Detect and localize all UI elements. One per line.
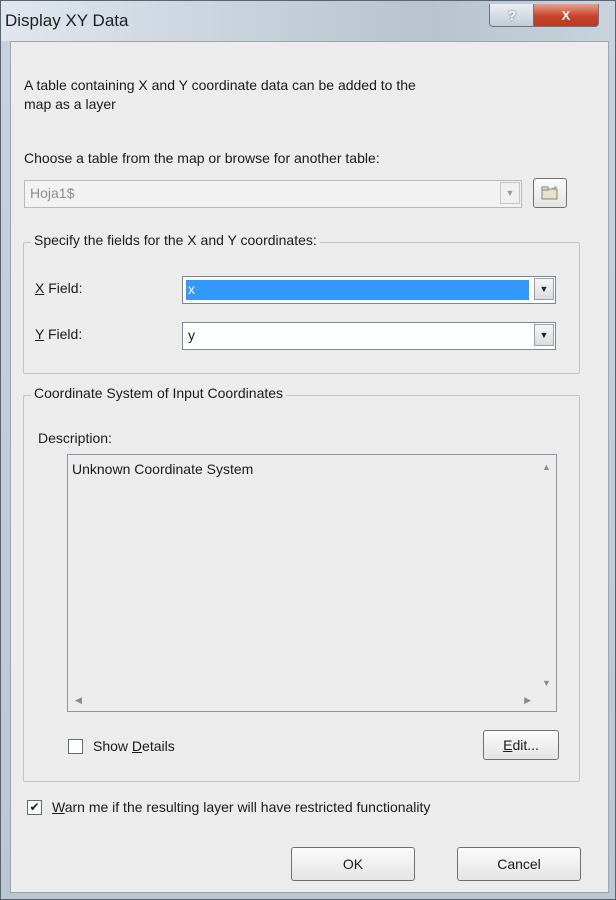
edit-button[interactable]: Edit... (483, 730, 559, 760)
chevron-down-icon[interactable]: ▼ (534, 278, 554, 300)
show-details-checkbox[interactable] (68, 739, 83, 754)
table-select[interactable]: Hoja1$ ▼ (24, 180, 522, 208)
warn-checkbox[interactable]: ✔ (27, 800, 42, 815)
description-text: Unknown Coordinate System (72, 461, 254, 477)
intro-text-line2: map as a layer (24, 96, 116, 112)
description-textbox[interactable]: Unknown Coordinate System ▲ ▼ ◀ ▶ (67, 454, 557, 712)
chevron-down-icon[interactable]: ▼ (500, 182, 520, 204)
y-field-select[interactable]: y ▼ (182, 322, 556, 350)
dialog-window: Display XY Data ? X A table containing X… (0, 0, 616, 900)
intro-text-line1: A table containing X and Y coordinate da… (24, 77, 416, 93)
y-field-value: y (188, 327, 195, 343)
description-label: Description: (38, 430, 112, 446)
x-field-selection-highlight (186, 280, 529, 300)
browse-button[interactable] (533, 178, 567, 208)
help-button[interactable]: ? (489, 4, 535, 27)
y-field-label: Y Field: (35, 326, 83, 342)
table-select-value: Hoja1$ (30, 185, 75, 201)
close-button[interactable]: X (533, 4, 599, 27)
x-field-label: X Field: (35, 280, 83, 296)
warn-label: Warn me if the resulting layer will have… (52, 799, 431, 815)
coordinate-system-group-label: Coordinate System of Input Coordinates (31, 385, 287, 401)
dialog-body: A table containing X and Y coordinate da… (10, 41, 609, 893)
cancel-button[interactable]: Cancel (457, 847, 581, 881)
title-bar[interactable]: Display XY Data ? X (1, 1, 615, 41)
fields-group-label: Specify the fields for the X and Y coord… (31, 232, 320, 248)
window-title: Display XY Data (5, 11, 129, 30)
fields-group (23, 242, 580, 374)
open-folder-icon (541, 186, 558, 200)
ok-button[interactable]: OK (291, 847, 415, 881)
vertical-scrollbar[interactable]: ▲ ▼ (538, 456, 555, 692)
scroll-down-icon[interactable]: ▼ (542, 678, 551, 688)
show-details-label: Show Details (93, 738, 175, 754)
edit-button-label: Edit... (503, 737, 539, 753)
x-field-select[interactable]: x ▼ (182, 276, 556, 304)
choose-table-label: Choose a table from the map or browse fo… (24, 150, 380, 166)
horizontal-scrollbar[interactable]: ◀ ▶ (69, 693, 537, 710)
scroll-up-icon[interactable]: ▲ (542, 462, 551, 472)
chevron-down-icon[interactable]: ▼ (534, 324, 554, 346)
x-field-value: x (188, 281, 195, 297)
scroll-left-icon[interactable]: ◀ (75, 695, 82, 706)
checkmark-icon: ✔ (29, 800, 40, 814)
scroll-right-icon[interactable]: ▶ (524, 695, 531, 706)
